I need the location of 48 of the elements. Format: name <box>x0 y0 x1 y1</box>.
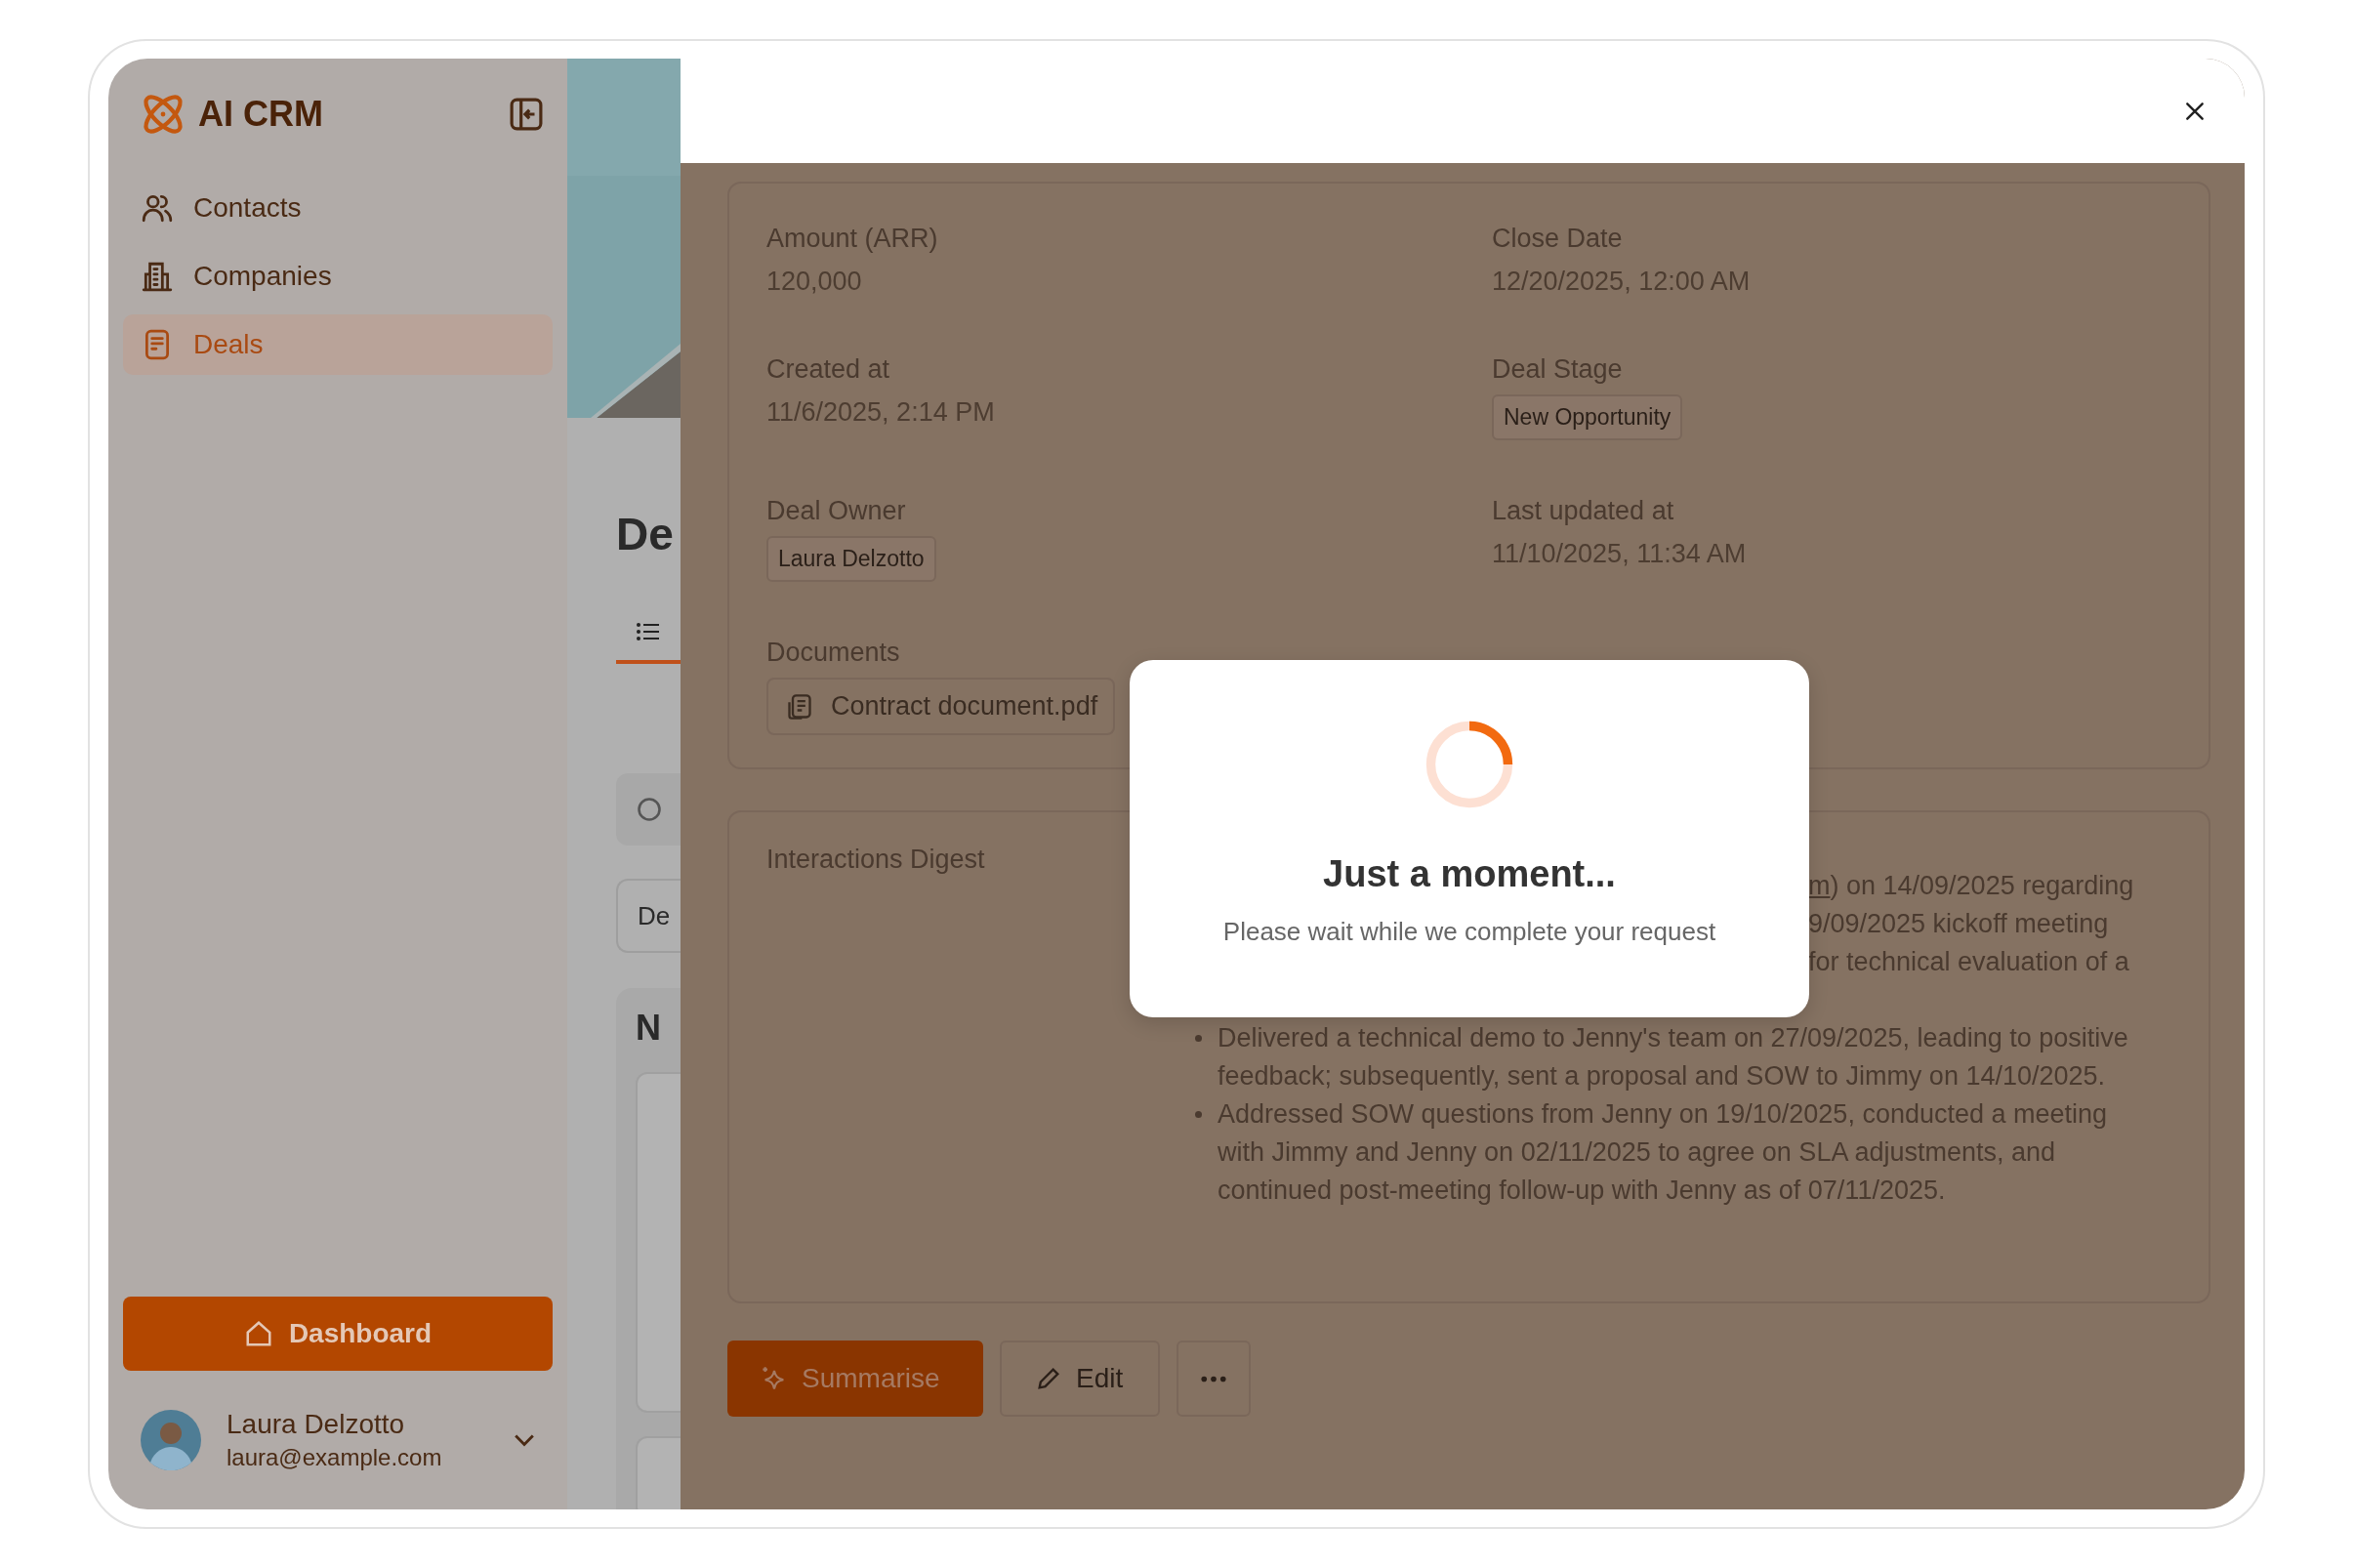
field-label: Last updated at <box>1492 495 1674 527</box>
nav-item[interactable]: Companies <box>123 246 553 307</box>
tag: Laura Delzotto <box>766 536 936 582</box>
summarise-button[interactable]: Summarise <box>727 1341 983 1417</box>
field-label: Created at <box>766 353 890 386</box>
nav-item[interactable]: Deals <box>123 314 553 375</box>
document-chip[interactable]: Contract document.pdf <box>766 678 1116 735</box>
chevron-down-icon[interactable] <box>514 1433 535 1447</box>
search-icon <box>636 796 663 823</box>
column-heading: N <box>636 1008 662 1049</box>
field-label: Close Date <box>1492 223 1623 255</box>
file-icon <box>786 692 813 721</box>
list-icon <box>636 622 659 641</box>
search-field[interactable] <box>616 773 681 846</box>
bullet-dot <box>1195 1111 1202 1118</box>
avatar-icon <box>141 1410 201 1470</box>
digest-bullet: Addressed SOW questions from Jenny on 19/10/2025, conducted a meeting with Jimmy and Jenny on 02/11/2025 to agree on SLA adjustments, and continued post-meeting follow-up with Jenny as of 07/11/2025. <box>1218 1098 2109 1207</box>
spinner-icon <box>1424 719 1515 810</box>
app-name: AI CRM <box>198 94 323 135</box>
page-heading: De <box>616 508 675 560</box>
digest-text: for technical evaluation of a <box>1808 947 2129 976</box>
field-value: 11/10/2025, 11:34 AM <box>1492 538 1747 570</box>
tag: New Opportunity <box>1492 394 1683 440</box>
field-value: 11/6/2025, 2:14 PM <box>766 396 995 429</box>
field-label: Deal Owner <box>766 495 906 527</box>
user-name: Laura Delzotto <box>227 1409 406 1440</box>
field-label: Deal Stage <box>1492 353 1623 386</box>
edit-button[interactable]: Edit <box>1000 1341 1160 1417</box>
dialog-message: Please wait while we complete your request <box>1222 917 1716 947</box>
section-label: Interactions Digest <box>766 844 986 876</box>
collapse-sidebar-icon[interactable] <box>510 98 543 131</box>
field-label: Amount (ARR) <box>766 223 938 255</box>
building-icon <box>141 260 174 293</box>
field-label: Documents <box>766 637 900 669</box>
link[interactable]: m <box>1808 871 1831 900</box>
field-value: 120,000 <box>766 266 862 298</box>
more-icon <box>1201 1375 1226 1382</box>
dashboard-button[interactable]: Dashboard <box>123 1297 553 1371</box>
nav-item[interactable]: Contacts <box>123 178 553 238</box>
digest-text: m) on 14/09/2025 regarding <box>1808 871 2134 900</box>
dialog-title: Just a moment... <box>1323 853 1616 895</box>
digest-bullet: Delivered a technical demo to Jenny's team on 27/09/2025, leading to positive feedback; subsequently, sent a proposal and SOW to Jimmy on 14/10/2025. <box>1218 1022 2129 1093</box>
close-icon[interactable] <box>2184 100 2206 122</box>
field-value: 12/20/2025, 12:00 AM <box>1492 266 1751 298</box>
bullet-dot <box>1195 1035 1202 1042</box>
digest-text: 9/09/2025 kickoff meeting <box>1808 909 2109 938</box>
pencil-icon <box>1035 1365 1062 1392</box>
user-email: laura@example.com <box>227 1444 442 1471</box>
